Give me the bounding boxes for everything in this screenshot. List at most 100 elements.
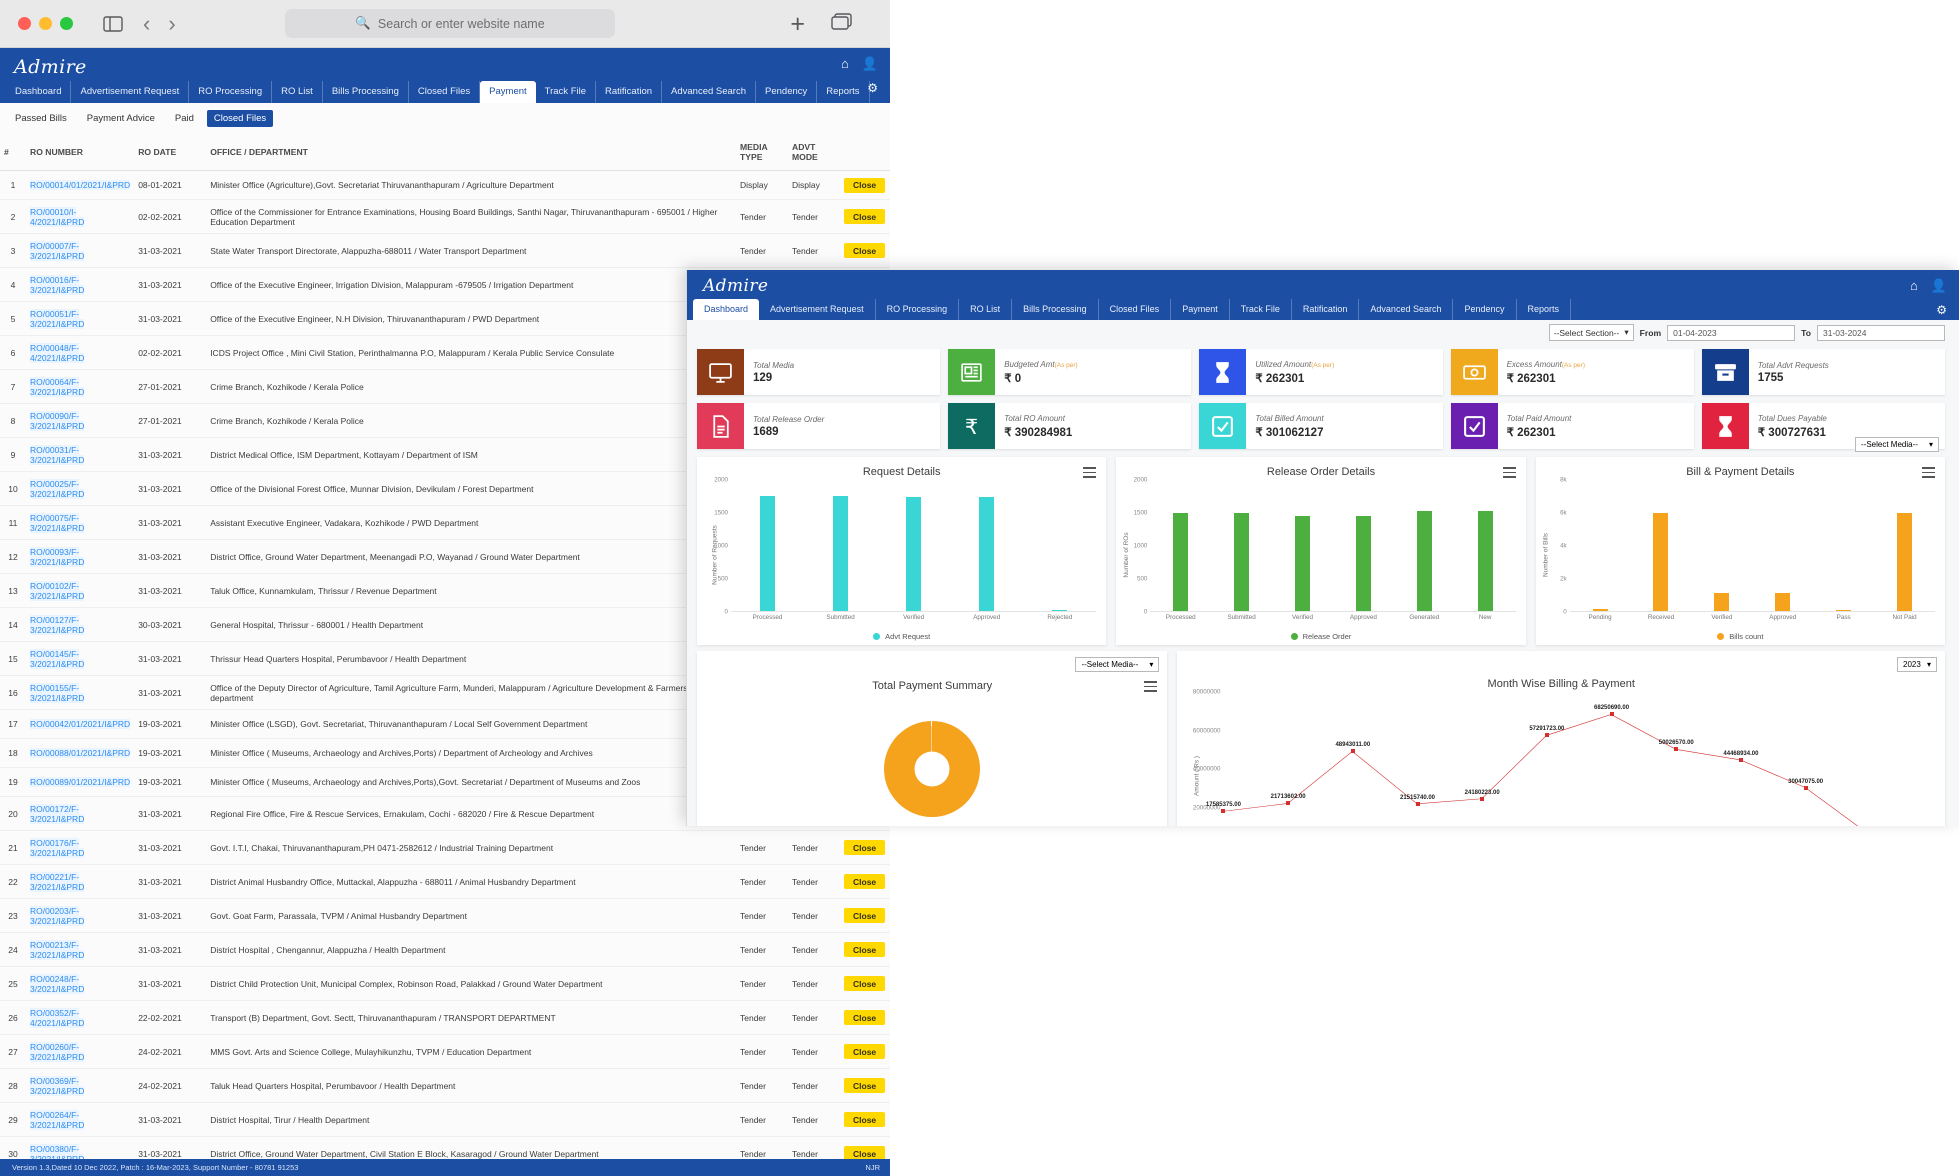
cell-action[interactable]: Close: [840, 898, 890, 933]
dash-nav-item-reports[interactable]: Reports: [1517, 299, 1572, 320]
dash-nav-item-closed-files[interactable]: Closed Files: [1099, 299, 1172, 320]
media-select-top[interactable]: --Select Media-- ▾: [1855, 437, 1939, 452]
ro-number-link[interactable]: RO/00127/F-3/2021/I&PRD: [30, 614, 85, 635]
minimize-window-icon[interactable]: [39, 17, 52, 30]
cell-ro-number[interactable]: RO/00172/F-3/2021/I&PRD: [26, 796, 135, 831]
dash-nav-item-track-file[interactable]: Track File: [1230, 299, 1292, 320]
ro-number-link[interactable]: RO/00042/01/2021/I&PRD: [30, 719, 131, 729]
ro-number-link[interactable]: RO/00025/F-3/2021/I&PRD: [30, 478, 85, 499]
bg-nav-item-payment[interactable]: Payment: [480, 81, 536, 103]
back-icon[interactable]: ‹: [143, 11, 150, 37]
cell-ro-number[interactable]: RO/00090/F-3/2021/I&PRD: [26, 403, 135, 438]
chart-menu-icon[interactable]: [1083, 467, 1097, 481]
forward-icon[interactable]: ›: [168, 11, 175, 37]
ro-number-link[interactable]: RO/00264/F-3/2021/I&PRD: [30, 1109, 85, 1130]
ro-number-link[interactable]: RO/00016/F-3/2021/I&PRD: [30, 274, 85, 295]
cell-action[interactable]: Close: [840, 864, 890, 899]
chart-menu-icon[interactable]: [1922, 467, 1935, 481]
cell-ro-number[interactable]: RO/00089/01/2021/I&PRD: [26, 767, 135, 797]
ro-number-link[interactable]: RO/00172/F-3/2021/I&PRD: [30, 803, 85, 824]
cell-action[interactable]: Close: [840, 170, 890, 200]
ro-number-link[interactable]: RO/00213/F-3/2021/I&PRD: [30, 939, 85, 960]
cell-ro-number[interactable]: RO/00064/F-3/2021/I&PRD: [26, 369, 135, 404]
ro-number-link[interactable]: RO/00248/F-3/2021/I&PRD: [30, 973, 85, 994]
cell-ro-number[interactable]: RO/00093/F-3/2021/I&PRD: [26, 539, 135, 574]
ro-number-link[interactable]: RO/00155/F-3/2021/I&PRD: [30, 682, 85, 703]
cell-ro-number[interactable]: RO/00248/F-3/2021/I&PRD: [26, 966, 135, 1001]
ro-number-link[interactable]: RO/00089/01/2021/I&PRD: [30, 777, 131, 787]
bg-nav-item-dashboard[interactable]: Dashboard: [6, 81, 72, 103]
close-button[interactable]: Close: [844, 942, 886, 957]
bg-nav-item-ratification[interactable]: Ratification: [596, 81, 663, 103]
dash-nav-item-advertisement-request[interactable]: Advertisement Request: [759, 299, 876, 320]
year-select[interactable]: 2023 ▾: [1897, 657, 1937, 672]
cell-ro-number[interactable]: RO/00102/F-3/2021/I&PRD: [26, 573, 135, 608]
cell-ro-number[interactable]: RO/00016/F-3/2021/I&PRD: [26, 267, 135, 302]
dash-gear-icon[interactable]: ⚙: [1936, 303, 1947, 317]
ro-number-link[interactable]: RO/00010/I-4/2021/I&PRD: [30, 206, 85, 227]
bg-sub-nav[interactable]: Passed Bills Payment Advice Paid Closed Fil…: [0, 103, 890, 134]
cell-ro-number[interactable]: RO/00369/F-3/2021/I&PRD: [26, 1068, 135, 1103]
close-button[interactable]: Close: [844, 908, 886, 923]
cell-ro-number[interactable]: RO/00127/F-3/2021/I&PRD: [26, 607, 135, 642]
ro-number-link[interactable]: RO/00352/F-4/2021/I&PRD: [30, 1007, 85, 1028]
subnav-item-passed-bills[interactable]: Passed Bills: [8, 110, 74, 127]
cell-ro-number[interactable]: RO/00051/F-3/2021/I&PRD: [26, 301, 135, 336]
cell-ro-number[interactable]: RO/00042/01/2021/I&PRD: [26, 709, 135, 739]
chart-menu-icon[interactable]: [1502, 467, 1516, 481]
ro-number-link[interactable]: RO/00031/F-3/2021/I&PRD: [30, 444, 85, 465]
ro-number-link[interactable]: RO/00176/F-3/2021/I&PRD: [30, 837, 85, 858]
ro-number-link[interactable]: RO/00102/F-3/2021/I&PRD: [30, 580, 85, 601]
bg-nav-item-reports[interactable]: Reports: [817, 81, 870, 103]
cell-ro-number[interactable]: RO/00007/F-3/2021/I&PRD: [26, 233, 135, 268]
dash-nav-item-ro-list[interactable]: RO List: [959, 299, 1013, 320]
dash-user-icon[interactable]: 👤: [1931, 278, 1947, 294]
section-select[interactable]: --Select Section-- ▾: [1548, 324, 1634, 341]
dash-nav-item-advanced-search[interactable]: Advanced Search: [1359, 299, 1454, 320]
cell-action[interactable]: Close: [840, 199, 890, 234]
cell-ro-number[interactable]: RO/00031/F-3/2021/I&PRD: [26, 437, 135, 472]
ro-number-link[interactable]: RO/00064/F-3/2021/I&PRD: [30, 376, 85, 397]
cell-ro-number[interactable]: RO/00048/F-4/2021/I&PRD: [26, 335, 135, 370]
close-button[interactable]: Close: [844, 209, 886, 224]
cell-action[interactable]: Close: [840, 1000, 890, 1035]
bg-main-nav[interactable]: Dashboard Advertisement Request RO Process…: [0, 81, 890, 103]
cell-action[interactable]: Close: [840, 1034, 890, 1069]
cell-ro-number[interactable]: RO/00264/F-3/2021/I&PRD: [26, 1102, 135, 1137]
bg-nav-item-bills-processing[interactable]: Bills Processing: [323, 81, 409, 103]
ro-number-link[interactable]: RO/00221/F-3/2021/I&PRD: [30, 871, 85, 892]
tabs-overview-icon[interactable]: [831, 13, 852, 36]
ro-number-link[interactable]: RO/00260/F-3/2021/I&PRD: [30, 1041, 85, 1062]
bg-nav-item-ro-list[interactable]: RO List: [272, 81, 323, 103]
dash-nav-item-pendency[interactable]: Pendency: [1453, 299, 1517, 320]
chart-menu-icon[interactable]: [1144, 681, 1158, 695]
bg-nav-item-advertisement-request[interactable]: Advertisement Request: [71, 81, 190, 103]
bg-nav-item-track-file[interactable]: Track File: [536, 81, 597, 103]
ro-number-link[interactable]: RO/00007/F-3/2021/I&PRD: [30, 240, 85, 261]
bg-nav-item-advanced-search[interactable]: Advanced Search: [662, 81, 757, 103]
ro-number-link[interactable]: RO/00051/F-3/2021/I&PRD: [30, 308, 85, 329]
dash-home-icon[interactable]: ⌂: [1910, 278, 1918, 294]
cell-ro-number[interactable]: RO/00145/F-3/2021/I&PRD: [26, 641, 135, 676]
media-select-payment[interactable]: --Select Media-- ▾: [1075, 657, 1160, 672]
new-tab-icon[interactable]: +: [790, 10, 805, 39]
cell-action[interactable]: Close: [840, 1102, 890, 1137]
dash-nav-item-ro-processing[interactable]: RO Processing: [876, 299, 960, 320]
cell-ro-number[interactable]: RO/00155/F-3/2021/I&PRD: [26, 675, 135, 710]
ro-number-link[interactable]: RO/00093/F-3/2021/I&PRD: [30, 546, 85, 567]
from-date-input[interactable]: 01-04-2023: [1667, 324, 1796, 341]
cell-ro-number[interactable]: RO/00260/F-3/2021/I&PRD: [26, 1034, 135, 1069]
cell-ro-number[interactable]: RO/00088/01/2021/I&PRD: [26, 738, 135, 768]
dash-nav-item-ratification[interactable]: Ratification: [1292, 299, 1360, 320]
close-button[interactable]: Close: [844, 243, 886, 258]
sidebar-toggle-icon[interactable]: [103, 15, 123, 32]
close-button[interactable]: Close: [844, 976, 886, 991]
dash-nav-item-dashboard[interactable]: Dashboard: [693, 299, 760, 320]
cell-ro-number[interactable]: RO/00014/01/2021/I&PRD: [26, 170, 135, 200]
ro-number-link[interactable]: RO/00145/F-3/2021/I&PRD: [30, 648, 85, 669]
subnav-item-payment-advice[interactable]: Payment Advice: [80, 110, 162, 127]
cell-ro-number[interactable]: RO/00203/F-3/2021/I&PRD: [26, 898, 135, 933]
window-traffic-lights[interactable]: [18, 17, 73, 30]
cell-action[interactable]: Close: [840, 966, 890, 1001]
bg-nav-item-ro-processing[interactable]: RO Processing: [189, 81, 273, 103]
